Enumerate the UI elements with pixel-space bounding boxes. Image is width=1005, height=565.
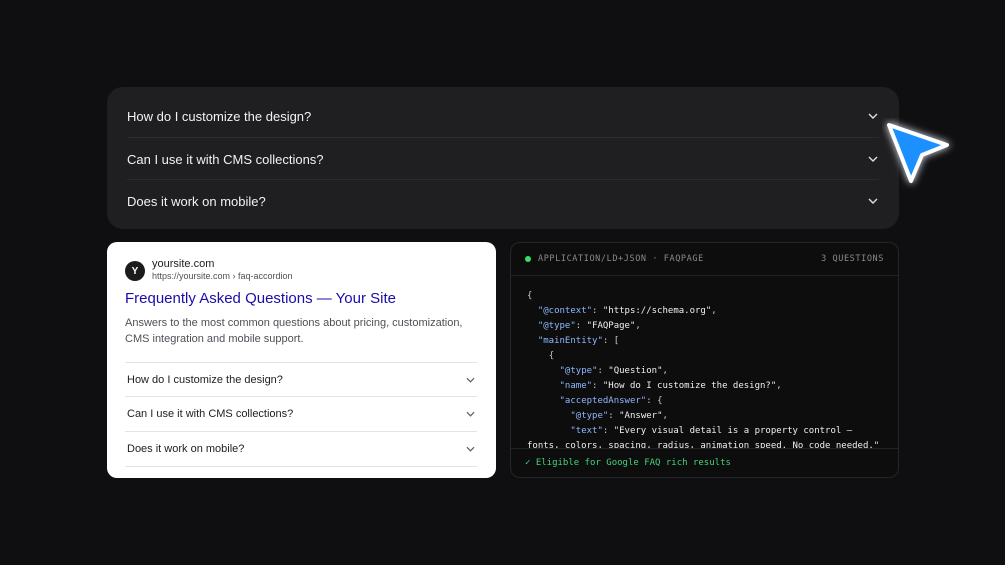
code-value: [ — [613, 336, 620, 346]
code-line: { — [548, 351, 555, 361]
validation-footer: ✓ Eligible for Google FAQ rich results — [511, 448, 898, 477]
faq-question: Does it work on mobile? — [127, 193, 266, 209]
faq-question: How do I customize the design? — [127, 108, 312, 124]
code-line: { — [527, 291, 533, 301]
rich-result-question[interactable]: Can I use it with CMS collections? — [125, 396, 477, 430]
chevron-down-icon — [466, 443, 475, 455]
code-value: "Question" — [608, 366, 663, 376]
faq-item[interactable]: How do I customize the design? — [127, 95, 879, 137]
faq-item[interactable]: Does it work on mobile? — [127, 179, 879, 222]
result-title-link[interactable]: Frequently Asked Questions — Your Site — [125, 290, 396, 307]
code-key: "name" — [559, 381, 593, 391]
chevron-down-icon — [867, 195, 879, 207]
validation-status: ✓ Eligible for Google FAQ rich results — [525, 458, 731, 468]
code-key: "@context" — [537, 306, 593, 316]
code-panel-header: APPLICATION/LD+JSON · FAQPAGE 3 QUESTION… — [511, 243, 898, 276]
rich-result-question[interactable]: How do I customize the design? — [125, 362, 477, 396]
code-value: "Every visual detail is a property contr… — [613, 426, 853, 436]
search-result-card: Y yoursite.com https://yoursite.com › fa… — [107, 242, 496, 478]
site-url[interactable]: https://yoursite.com › faq-accordion — [152, 271, 293, 281]
code-key: "mainEntity" — [537, 336, 603, 346]
code-key: "@type" — [570, 411, 609, 421]
code-value: "How do I customize the design?" — [602, 381, 777, 391]
rich-result-question-text: Can I use it with CMS collections? — [127, 407, 294, 420]
chevron-down-icon — [867, 110, 879, 122]
code-key: "text" — [570, 426, 603, 436]
cursor-pointer-icon — [882, 118, 957, 193]
divider — [125, 466, 477, 467]
chevron-down-icon — [466, 374, 475, 386]
status-dot-icon — [525, 256, 531, 262]
faq-accordion: How do I customize the design? Can I use… — [107, 87, 899, 229]
code-key: "@type" — [537, 321, 576, 331]
question-count: 3 QUESTIONS — [821, 254, 884, 264]
faq-item[interactable]: Can I use it with CMS collections? — [127, 137, 879, 180]
chevron-down-icon — [466, 408, 475, 420]
code-key: "acceptedAnswer" — [559, 396, 647, 406]
result-description: Answers to the most common questions abo… — [125, 317, 463, 345]
rich-result-question-text: Does it work on mobile? — [127, 442, 245, 455]
site-name: yoursite.com — [152, 258, 215, 270]
site-favicon: Y — [125, 261, 145, 281]
code-key: "@type" — [559, 366, 598, 376]
code-value: "FAQPage" — [586, 321, 636, 331]
rich-result-question-text: How do I customize the design? — [127, 373, 283, 386]
code-value: "https://schema.org" — [602, 306, 712, 316]
json-ld-panel: APPLICATION/LD+JSON · FAQPAGE 3 QUESTION… — [510, 242, 899, 478]
rich-result-question[interactable]: Does it work on mobile? — [125, 431, 477, 465]
code-block: { "@context": "https://schema.org", "@ty… — [527, 291, 880, 449]
schema-type-label: APPLICATION/LD+JSON · FAQPAGE — [538, 254, 704, 264]
code-value: "Answer" — [619, 411, 663, 421]
faq-question: Can I use it with CMS collections? — [127, 151, 324, 167]
code-value: { — [657, 396, 663, 406]
chevron-down-icon — [867, 153, 879, 165]
